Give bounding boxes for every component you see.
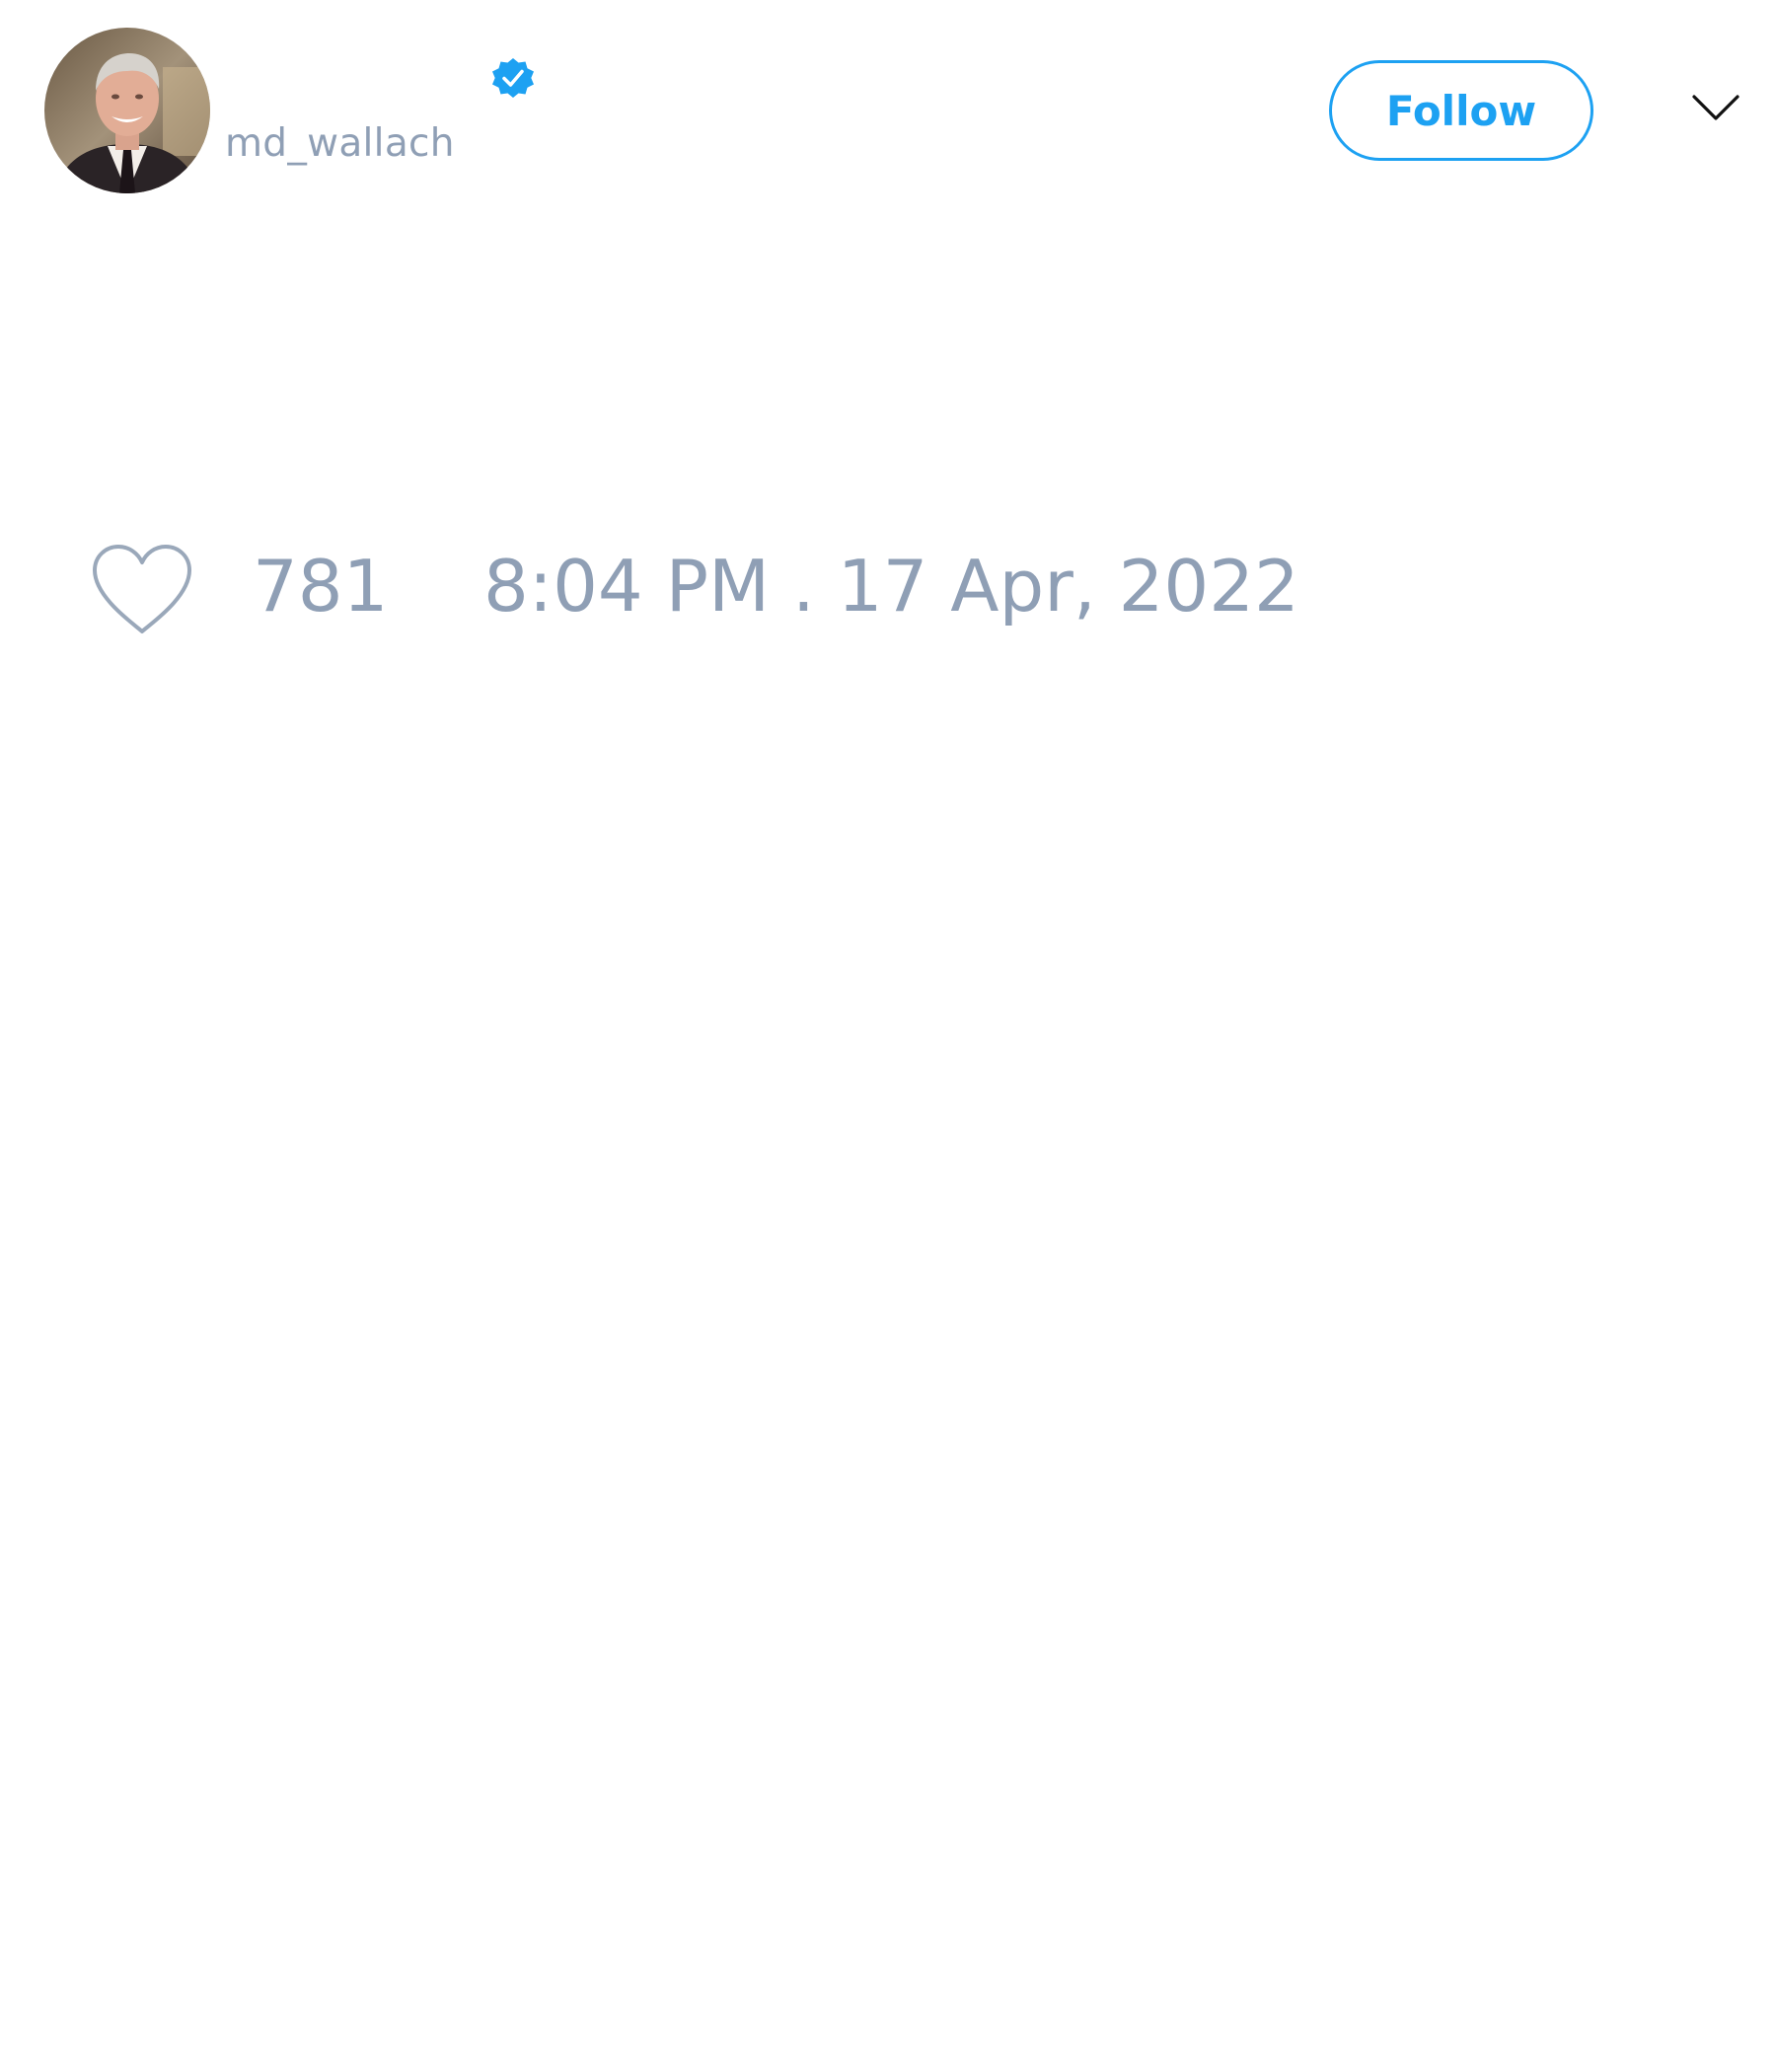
tweet-timestamp[interactable]: 8:04 PM . 17 Apr, 2022 xyxy=(483,551,1299,622)
verified-badge-icon xyxy=(489,56,537,104)
author-handle[interactable]: md_wallach xyxy=(225,124,455,163)
like-count: 781 xyxy=(253,545,389,628)
heart-icon[interactable] xyxy=(89,543,195,636)
avatar[interactable] xyxy=(44,28,210,193)
follow-button[interactable]: Follow xyxy=(1329,60,1593,161)
chevron-down-icon[interactable] xyxy=(1691,93,1740,124)
avatar-photo xyxy=(44,28,210,193)
